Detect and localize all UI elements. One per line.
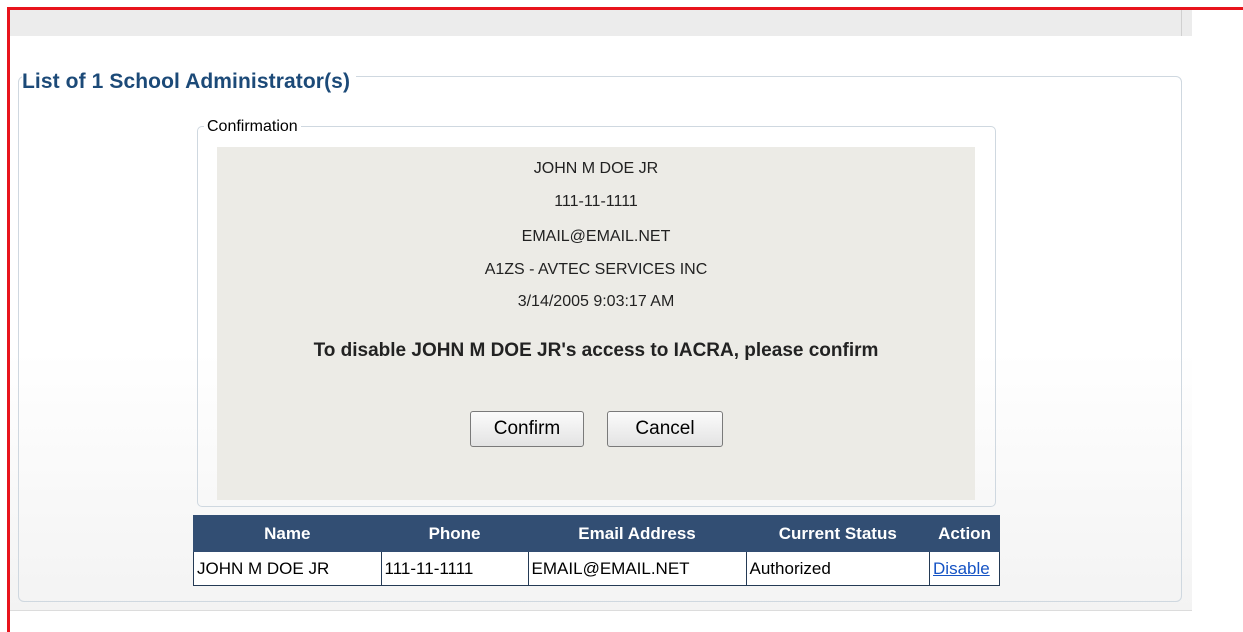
- administrators-table: Name Phone Email Address Current Status …: [193, 515, 1000, 586]
- confirmation-legend: Confirmation: [204, 118, 301, 136]
- table-header-row: Name Phone Email Address Current Status …: [193, 515, 1000, 552]
- column-header-action: Action: [929, 515, 1000, 552]
- confirm-button[interactable]: Confirm: [470, 411, 584, 447]
- cell-phone: 111-11-1111: [380, 551, 529, 586]
- column-header-name: Name: [193, 515, 382, 552]
- cancel-button[interactable]: Cancel: [607, 411, 723, 447]
- confirm-user-name: JOHN M DOE JR: [533, 160, 659, 177]
- cell-action: Disable: [929, 551, 1000, 586]
- panel-divider: [1181, 10, 1182, 36]
- confirm-user-phone: 111-11-1111: [554, 193, 638, 210]
- column-header-phone: Phone: [380, 515, 529, 552]
- confirmation-dialog: JOHN M DOE JR 111-11-1111 EMAIL@EMAIL.NE…: [217, 147, 975, 500]
- cell-email: EMAIL@EMAIL.NET: [527, 551, 747, 586]
- cell-name: JOHN M DOE JR: [193, 551, 382, 586]
- confirm-message: To disable JOHN M DOE JR's access to IAC…: [313, 340, 879, 361]
- disable-link[interactable]: Disable: [933, 559, 990, 578]
- table-row: JOHN M DOE JR 111-11-1111 EMAIL@EMAIL.NE…: [193, 551, 1000, 586]
- section-title: List of 1 School Administrator(s): [22, 70, 357, 94]
- column-header-status: Current Status: [745, 515, 931, 552]
- previous-panel-edge: [10, 10, 1192, 37]
- confirm-user-organization: A1ZS - AVTEC SERVICES INC: [484, 261, 708, 278]
- column-header-email: Email Address: [527, 515, 747, 552]
- confirm-user-email: EMAIL@EMAIL.NET: [521, 228, 671, 245]
- cell-status: Authorized: [745, 551, 931, 586]
- confirm-timestamp: 3/14/2005 9:03:17 AM: [517, 293, 675, 310]
